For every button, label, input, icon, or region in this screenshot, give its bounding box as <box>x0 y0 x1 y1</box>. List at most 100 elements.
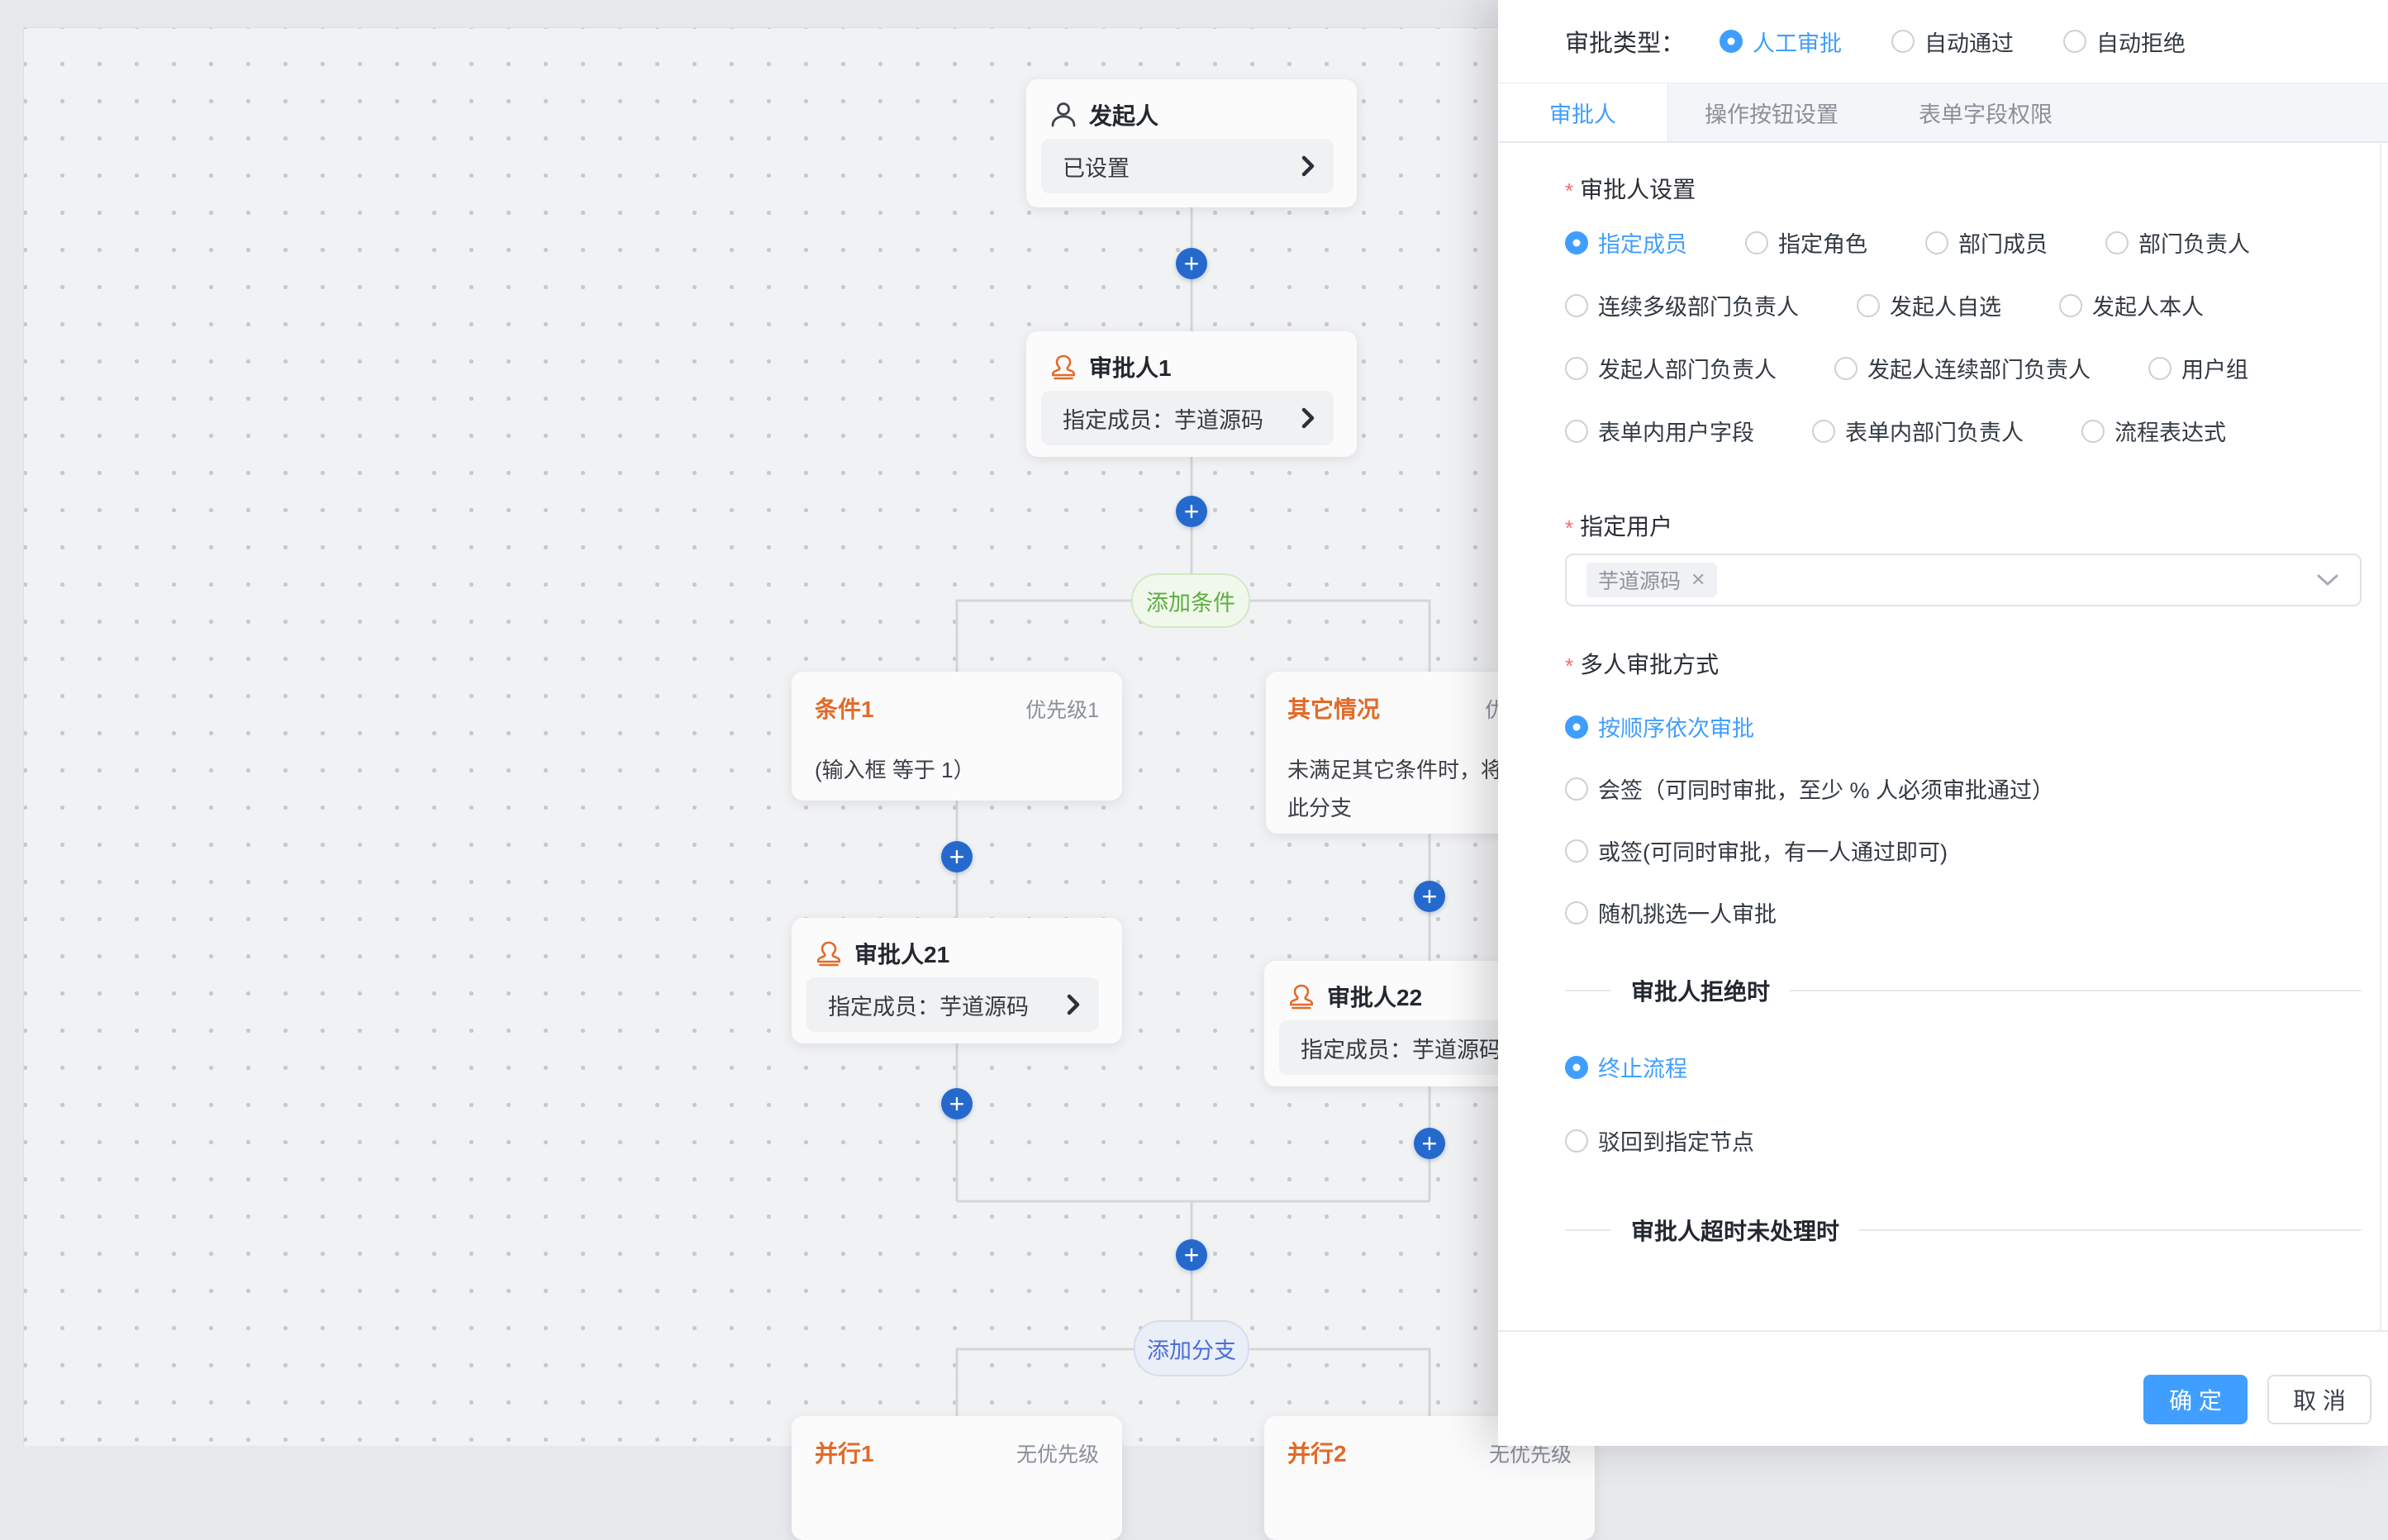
settings-scroll-area[interactable]: * 审批人设置 指定成员 指定角色 部门成员 部门负责人 <box>1498 140 2388 1283</box>
radio-manual-approve[interactable]: 人工审批 <box>1720 26 1842 58</box>
confirm-button[interactable]: 确 定 <box>2143 1375 2248 1424</box>
radio-initiator-dept-leader[interactable]: 发起人部门负责人 <box>1565 352 1777 384</box>
stamp-icon <box>1049 353 1077 381</box>
approver-setting-row1: 指定成员 指定角色 部门成员 部门负责人 <box>1565 226 2362 259</box>
add-node-button[interactable]: + <box>1176 496 1207 527</box>
timeout-section-title: 审批人超时未处理时 <box>1631 1214 1839 1247</box>
footer-divider <box>1498 1330 2388 1332</box>
plus-icon: + <box>1184 498 1200 525</box>
radio-icon <box>1565 357 1588 380</box>
add-node-button[interactable]: + <box>1176 248 1207 279</box>
radio-icon <box>1745 231 1768 254</box>
radio-dept-leader[interactable]: 部门负责人 <box>2105 226 2250 259</box>
radio-icon <box>1812 420 1835 443</box>
radio-icon <box>2148 357 2172 380</box>
radio-icon <box>1891 30 1915 53</box>
add-node-button[interactable]: + <box>941 1088 973 1119</box>
radio-process-expression[interactable]: 流程表达式 <box>2081 415 2226 447</box>
chevron-right-icon <box>1301 406 1315 430</box>
add-node-button[interactable]: + <box>1176 1239 1207 1271</box>
plus-icon: + <box>1422 1130 1438 1157</box>
drawer-footer: 确 定 取 消 <box>2143 1375 2371 1424</box>
node-approver1[interactable]: 审批人1 指定成员：芋道源码 <box>1026 331 1357 457</box>
radio-auto-pass[interactable]: 自动通过 <box>1891 26 2014 58</box>
node-approver1-assignee: 指定成员：芋道源码 <box>1063 402 1301 435</box>
node-condition1-title: 条件1 <box>815 692 874 725</box>
radio-countersign[interactable]: 会签（可同时审批，至少 % 人必须审批通过） <box>1565 772 2362 805</box>
required-marker: * <box>1565 654 1573 679</box>
plus-icon: + <box>1184 1242 1200 1268</box>
add-condition-button[interactable]: 添加条件 <box>1131 573 1250 628</box>
radio-icon <box>1834 357 1858 380</box>
node-condition-else-title: 其它情况 <box>1287 692 1380 725</box>
radio-orsign[interactable]: 或签(可同时审批，有一人通过即可) <box>1565 834 2362 867</box>
radio-initiator-multi-dept-leader[interactable]: 发起人连续部门负责人 <box>1834 352 2091 384</box>
chevron-down-icon <box>2315 573 2340 587</box>
assign-user-select[interactable]: 芋道源码 ✕ <box>1565 554 2362 606</box>
radio-initiator-self[interactable]: 发起人本人 <box>2059 289 2204 321</box>
radio-initiator-choose[interactable]: 发起人自选 <box>1857 289 2001 321</box>
node-parallel1-priority: 无优先级 <box>1016 1438 1099 1468</box>
close-icon[interactable]: ✕ <box>1691 569 1705 591</box>
node-approver1-title: 审批人1 <box>1089 350 1172 383</box>
enable-switch-label: * 启用开关 <box>1565 1281 2362 1283</box>
radio-icon <box>1565 294 1588 317</box>
radio-icon <box>1857 294 1880 317</box>
node-start-config-row[interactable]: 已设置 <box>1041 139 1334 193</box>
radio-auto-reject[interactable]: 自动拒绝 <box>2063 26 2186 58</box>
radio-icon <box>1565 901 1588 924</box>
radio-icon <box>1565 1129 1588 1153</box>
reject-section-divider: 审批人拒绝时 <box>1565 974 2362 1007</box>
radio-dept-member[interactable]: 部门成员 <box>1925 226 2048 259</box>
radio-multi-level-dept-leader[interactable]: 连续多级部门负责人 <box>1565 289 1799 321</box>
approver-setting-row3: 发起人部门负责人 发起人连续部门负责人 用户组 <box>1565 352 2362 384</box>
node-start[interactable]: 发起人 已设置 <box>1026 79 1357 207</box>
add-branch-button[interactable]: 添加分支 <box>1134 1320 1249 1376</box>
tab-button-settings[interactable]: 操作按钮设置 <box>1668 83 1875 141</box>
node-approver21-config-row[interactable]: 指定成员：芋道源码 <box>806 977 1099 1032</box>
required-marker: * <box>1565 516 1573 541</box>
radio-random-one[interactable]: 随机挑选一人审批 <box>1565 896 2362 929</box>
radio-assign-member[interactable]: 指定成员 <box>1565 226 1687 259</box>
radio-terminate-process[interactable]: 终止流程 <box>1565 1051 2362 1083</box>
radio-selected-icon <box>1565 231 1588 254</box>
tab-approver[interactable]: 审批人 <box>1498 83 1668 141</box>
add-condition-label: 添加条件 <box>1146 585 1235 617</box>
node-parallel1[interactable]: 并行1 无优先级 <box>792 1416 1122 1540</box>
panel-scrollbar[interactable] <box>2380 140 2381 1330</box>
cancel-button[interactable]: 取 消 <box>2267 1375 2371 1424</box>
node-condition1[interactable]: 条件1 优先级1 (输入框 等于 1） <box>792 672 1122 801</box>
add-branch-label: 添加分支 <box>1147 1333 1236 1365</box>
radio-form-dept-leader[interactable]: 表单内部门负责人 <box>1812 415 2024 447</box>
radio-return-to-node[interactable]: 驳回到指定节点 <box>1565 1124 2362 1157</box>
node-approver1-config-row[interactable]: 指定成员：芋道源码 <box>1041 391 1334 445</box>
node-condition1-priority: 优先级1 <box>1025 694 1099 724</box>
user-tag: 芋道源码 ✕ <box>1586 563 1717 597</box>
approver-setting-row4: 表单内用户字段 表单内部门负责人 流程表达式 <box>1565 415 2362 447</box>
node-approver21-title: 审批人21 <box>854 937 949 970</box>
node-start-title: 发起人 <box>1089 98 1158 131</box>
reject-section-title: 审批人拒绝时 <box>1631 974 1770 1007</box>
node-approver21[interactable]: 审批人21 指定成员：芋道源码 <box>792 918 1122 1043</box>
radio-assign-role[interactable]: 指定角色 <box>1745 226 1867 259</box>
assign-user-label: * 指定用户 <box>1565 509 2362 542</box>
plus-icon: + <box>949 1091 965 1117</box>
add-node-button[interactable]: + <box>941 841 973 872</box>
node-approver21-assignee: 指定成员：芋道源码 <box>828 989 1066 1021</box>
required-marker: * <box>1565 178 1573 204</box>
approver-setting-row2: 连续多级部门负责人 发起人自选 发起人本人 <box>1565 289 2362 321</box>
add-node-button[interactable]: + <box>1414 881 1445 912</box>
approver-setting-label: * 审批人设置 <box>1565 172 2362 205</box>
node-start-status: 已设置 <box>1063 150 1301 183</box>
node-parallel1-title: 并行1 <box>815 1436 874 1469</box>
radio-icon <box>1565 420 1588 443</box>
timeout-section-divider: 审批人超时未处理时 <box>1565 1214 2362 1247</box>
radio-user-group[interactable]: 用户组 <box>2148 352 2248 384</box>
plus-icon: + <box>1184 250 1200 277</box>
radio-icon <box>2105 231 2129 254</box>
add-node-button[interactable]: + <box>1414 1128 1445 1159</box>
approve-type-label: 审批类型： <box>1565 24 1685 59</box>
tab-form-field-permission[interactable]: 表单字段权限 <box>1875 83 2096 141</box>
radio-form-user-field[interactable]: 表单内用户字段 <box>1565 415 1754 447</box>
radio-sequential-approve[interactable]: 按顺序依次审批 <box>1565 711 2362 743</box>
